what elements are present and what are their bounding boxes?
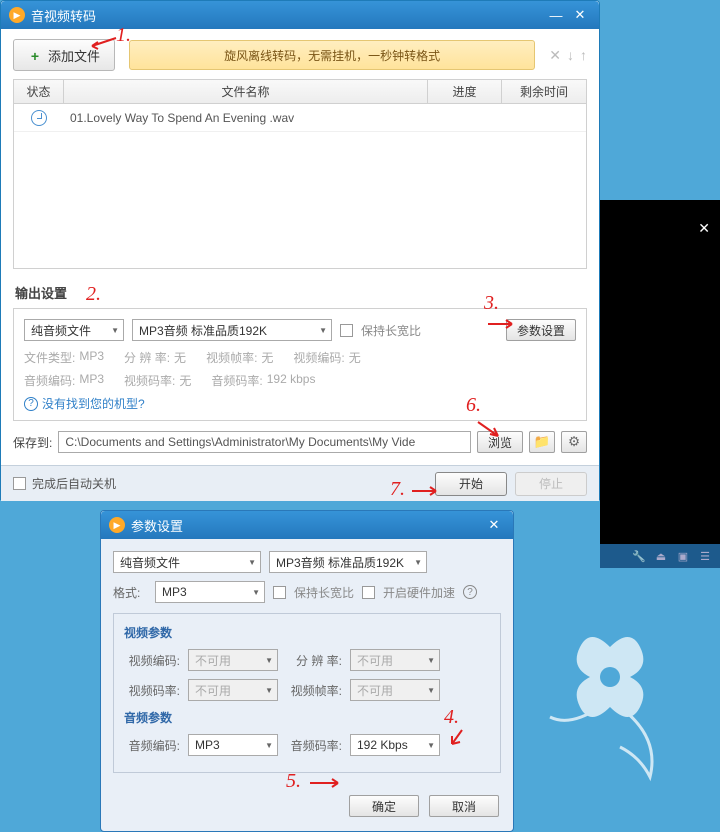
dialog-title: 参数设置 [131,516,481,535]
clock-icon [31,110,47,126]
main-window: ▶ 音视频转码 — ✕ + 添加文件 旋风离线转码，无需挂机，一秒钟转格式 ✕ … [0,0,600,500]
output-section-title: 输出设置 [15,283,585,302]
remove-icon[interactable]: ✕ [549,47,561,64]
promo-banner[interactable]: 旋风离线转码，无需挂机，一秒钟转格式 [129,40,535,70]
dlg-aspect-checkbox[interactable] [273,586,286,599]
saveto-input[interactable] [58,431,471,453]
acodec-select[interactable]: MP3 [188,734,278,756]
keep-aspect-label: 保持长宽比 [361,322,421,339]
abitrate-select[interactable]: 192 Kbps [350,734,440,756]
format-select[interactable]: MP3音频 标准品质192K [132,319,332,341]
vbitrate-select: 不可用 [188,679,278,701]
shutdown-label: 完成后自动关机 [32,475,116,492]
close-button[interactable]: ✕ [569,6,591,24]
th-name: 文件名称 [64,80,428,103]
settings-button[interactable]: ⚙ [561,431,587,453]
status-cell [14,110,64,126]
name-cell: 01.Lovely Way To Spend An Evening .wav [64,111,428,125]
resolution-select: 不可用 [350,649,440,671]
dlg-preset-select[interactable]: MP3音频 标准品质192K [269,551,427,573]
wrench-icon[interactable]: 🔧 [630,547,648,565]
cancel-button[interactable]: 取消 [429,795,499,817]
th-progress: 进度 [428,80,502,103]
window-title: 音视频转码 [31,6,543,25]
dlg-hwaccel-checkbox[interactable] [362,586,375,599]
file-type-select[interactable]: 纯音频文件 [24,319,124,341]
saveto-label: 保存到: [13,434,52,451]
minimize-button[interactable]: — [545,6,567,24]
titlebar[interactable]: ▶ 音视频转码 — ✕ [1,1,599,29]
help-link[interactable]: ? 没有找到您的机型? [24,395,576,412]
bg-close-icon: ✕ [698,220,710,237]
dlg-type-select[interactable]: 纯音频文件 [113,551,261,573]
keep-aspect-checkbox[interactable] [340,324,353,337]
background-panel [600,200,720,550]
params-fieldset: 视频参数 视频编码: 不可用 分 辨 率: 不可用 视频码率: 不可用 视频帧率… [113,613,501,773]
eject-icon[interactable]: ⏏ [652,547,670,565]
bg-toolbar: 🔧 ⏏ ▣ ☰ [600,544,720,568]
add-file-button[interactable]: + 添加文件 [13,39,115,71]
start-button[interactable]: 开始 [435,472,507,496]
up-icon[interactable]: ↑ [580,47,587,64]
table-row[interactable]: 01.Lovely Way To Spend An Evening .wav [14,104,586,132]
add-button-label: 添加文件 [48,46,100,65]
dlg-format-select[interactable]: MP3 [155,581,265,603]
th-status: 状态 [14,80,64,103]
dialog-close-button[interactable]: ✕ [483,516,505,534]
th-time: 剩余时间 [502,80,586,103]
vcodec-select: 不可用 [188,649,278,671]
hwaccel-help-icon[interactable]: ? [463,585,477,599]
open-folder-button[interactable]: 📁 [529,431,555,453]
app-icon: ▶ [9,7,25,23]
param-settings-button[interactable]: 参数设置 [506,319,576,341]
browse-button[interactable]: 浏览 [477,431,523,453]
audio-params-title: 音频参数 [124,709,490,726]
down-icon[interactable]: ↓ [567,47,574,64]
output-settings: 纯音频文件 MP3音频 标准品质192K 保持长宽比 参数设置 文件类型:MP3… [13,308,587,421]
bottom-bar: 完成后自动关机 开始 停止 [1,465,599,501]
dialog-titlebar[interactable]: ▶ 参数设置 ✕ [101,511,513,539]
file-table: 状态 文件名称 进度 剩余时间 01.Lovely Way To Spend A… [13,79,587,269]
flower-decoration [520,587,700,787]
vfps-select: 不可用 [350,679,440,701]
stop-button: 停止 [515,472,587,496]
table-body: 01.Lovely Way To Spend An Evening .wav [14,104,586,268]
video-params-title: 视频参数 [124,624,490,641]
shutdown-checkbox[interactable] [13,477,26,490]
square-icon[interactable]: ▣ [674,547,692,565]
param-dialog: ▶ 参数设置 ✕ 纯音频文件 MP3音频 标准品质192K 格式: MP3 保持… [100,510,514,832]
table-header: 状态 文件名称 进度 剩余时间 [14,80,586,104]
dialog-icon: ▶ [109,517,125,533]
list-icon[interactable]: ☰ [696,547,714,565]
plus-icon: + [28,48,42,62]
ok-button[interactable]: 确定 [349,795,419,817]
help-icon: ? [24,397,38,411]
